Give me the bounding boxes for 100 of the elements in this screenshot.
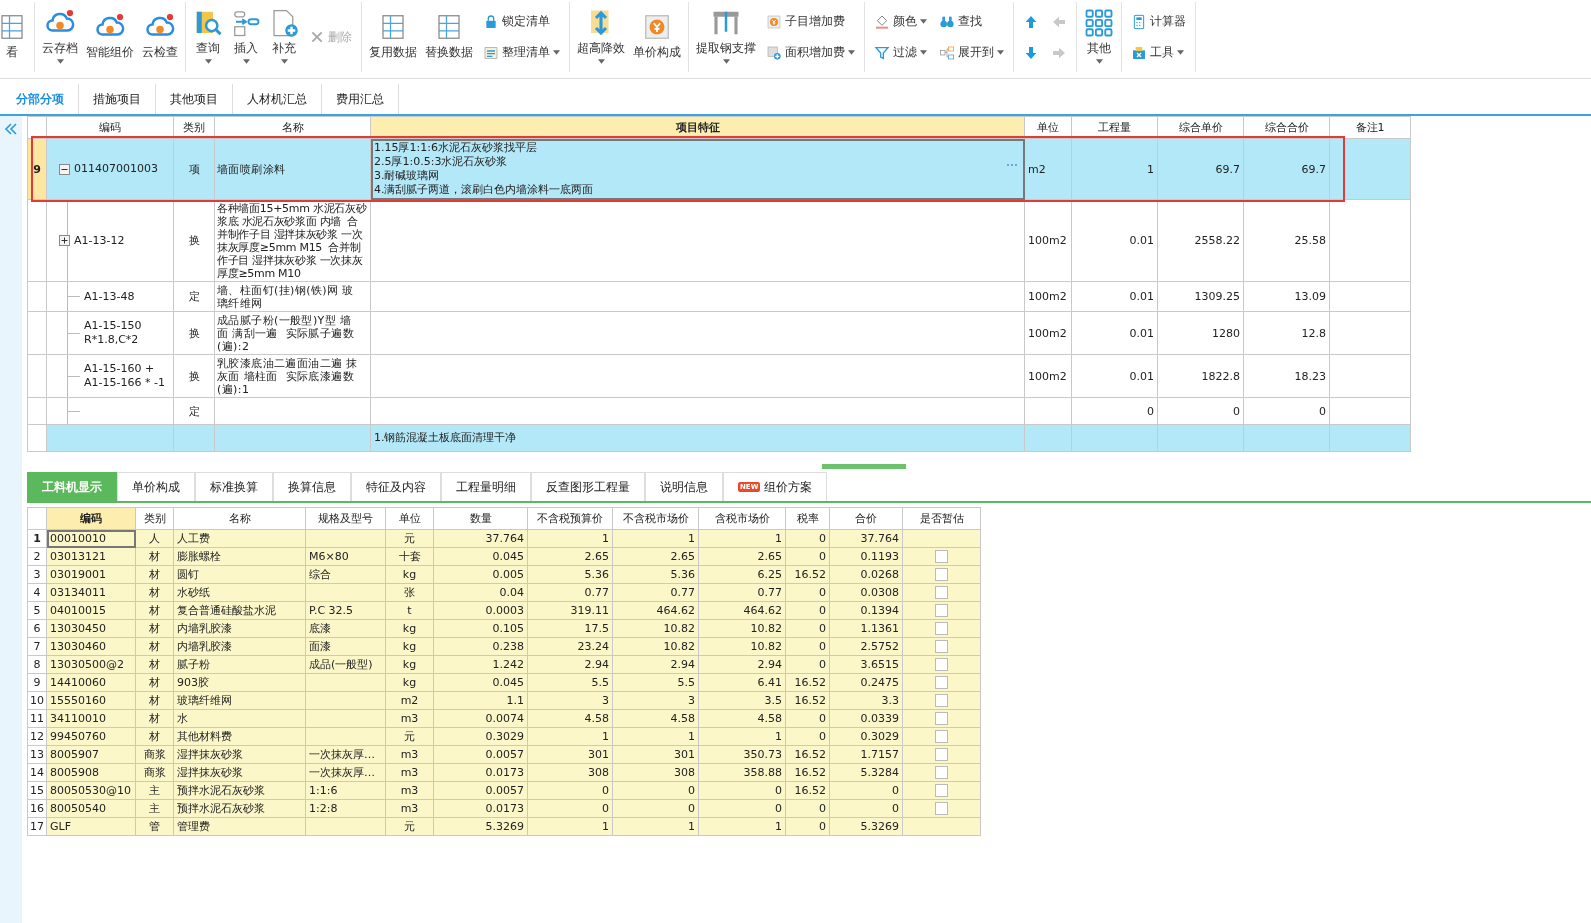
column-header[interactable]: 类别: [135, 507, 174, 530]
table-cell: 12.8: [1243, 311, 1330, 355]
column-header[interactable]: 不含税预算价: [527, 507, 613, 530]
toolbar-button[interactable]: 工具: [1128, 42, 1189, 63]
column-header[interactable]: 名称: [173, 507, 306, 530]
expand-icon[interactable]: [59, 235, 70, 246]
column-header[interactable]: 名称: [214, 116, 371, 139]
collapse-icon[interactable]: [59, 163, 70, 175]
table-cell: 2558.22: [1157, 199, 1244, 282]
caret-icon: [553, 50, 560, 55]
table-cell: 墙面喷刷涂料: [214, 138, 371, 200]
tab[interactable]: 费用汇总: [322, 84, 399, 114]
tab[interactable]: 反查图形工程量: [531, 472, 645, 501]
column-header[interactable]: 不含税市场价: [612, 507, 699, 530]
checkbox[interactable]: [935, 694, 948, 708]
checkbox[interactable]: [935, 568, 948, 582]
toolbar-button[interactable]: 提取钢支撑: [693, 8, 759, 66]
tab[interactable]: 工程量明细: [441, 472, 531, 501]
column-header[interactable]: 单位: [385, 507, 434, 530]
tab[interactable]: 人材机汇总: [233, 84, 322, 114]
caret-icon: [56, 59, 64, 64]
checkbox[interactable]: [935, 712, 948, 726]
checkbox[interactable]: [935, 784, 948, 798]
table-cell: 100m2: [1024, 354, 1072, 398]
column-header[interactable]: 数量: [433, 507, 528, 530]
column-header[interactable]: 规格及型号: [305, 507, 386, 530]
checkbox[interactable]: [935, 730, 948, 744]
checkbox[interactable]: [935, 640, 948, 654]
tab[interactable]: 单价构成: [117, 472, 195, 501]
toolbar-button[interactable]: 查询: [190, 8, 226, 66]
checkbox[interactable]: [935, 748, 948, 762]
table-cell: 成品腻子粉(一般型)Y型 墙面 满刮一遍 实际腻子遍数(遍):2: [214, 311, 371, 355]
double-chevron-icon[interactable]: [4, 122, 18, 136]
column-header[interactable]: 合价: [829, 507, 903, 530]
toolbar-button[interactable]: 云检查: [139, 11, 181, 63]
feature-line: 2.5厚1:0.5:3水泥石灰砂浆: [374, 155, 509, 169]
checkbox[interactable]: [935, 622, 948, 636]
tab[interactable]: 标准换算: [195, 472, 273, 501]
toolbar-button[interactable]: 锁定清单: [480, 11, 563, 32]
checkbox[interactable]: [935, 604, 948, 618]
item-code: 011407001003: [74, 162, 158, 176]
insert-rows-icon: [231, 8, 261, 38]
table-cell: 定: [173, 281, 215, 312]
column-header[interactable]: 含税市场价: [698, 507, 786, 530]
toolbar-button[interactable]: 替换数据: [422, 11, 476, 63]
toolbar-button[interactable]: 复用数据: [366, 11, 420, 63]
toolbar-button[interactable]: 计算器: [1128, 11, 1189, 32]
caret-icon: [920, 50, 927, 55]
column-header[interactable]: 编码: [46, 507, 136, 530]
column-header[interactable]: 是否暂估: [902, 507, 981, 530]
toolbar-button[interactable]: 颜色: [871, 11, 930, 32]
toolbar-button[interactable]: 其他: [1081, 8, 1117, 66]
tab[interactable]: 说明信息: [645, 472, 723, 501]
caret-icon: [597, 59, 605, 64]
toolbar-button[interactable]: 补充: [266, 8, 302, 66]
tab[interactable]: 换算信息: [273, 472, 351, 501]
tab[interactable]: 特征及内容: [351, 472, 441, 501]
toolbar-button[interactable]: 查找: [936, 11, 1007, 32]
toolbar-button[interactable]: 子目增加费: [763, 11, 858, 32]
splitter-handle[interactable]: [822, 464, 906, 469]
checkbox[interactable]: [935, 550, 948, 564]
list-icon: [483, 44, 499, 61]
checkbox[interactable]: [935, 586, 948, 600]
caret-icon: [722, 59, 730, 64]
caret-icon: [920, 19, 927, 24]
tab[interactable]: 分部分项: [2, 84, 79, 114]
checkbox[interactable]: [935, 766, 948, 780]
column-header[interactable]: 备注1: [1329, 116, 1411, 139]
table-cell: 墙、柱面钉(挂)钢(铁)网 玻璃纤维网: [214, 281, 371, 312]
checkbox[interactable]: [935, 658, 948, 672]
calculator-icon: [1131, 13, 1147, 30]
column-header[interactable]: 项目特征: [370, 116, 1025, 139]
tab[interactable]: 措施项目: [79, 84, 156, 114]
item-code: A1-13-12: [74, 233, 125, 248]
toolbar-button[interactable]: 云存档: [39, 8, 81, 66]
toolbar-button[interactable]: 看: [0, 11, 30, 63]
toolbox-icon: [1131, 44, 1147, 61]
toolbar-button[interactable]: 超高降效: [574, 8, 628, 66]
tab[interactable]: 其他项目: [156, 84, 233, 114]
table-cell: 0.01: [1071, 311, 1158, 355]
caret-icon: [997, 50, 1004, 55]
checkbox[interactable]: [935, 802, 948, 816]
toolbar-button[interactable]: 面积增加费: [763, 42, 858, 63]
table-cell: 换: [173, 199, 215, 282]
table-cell: 18.23: [1243, 354, 1330, 398]
column-header[interactable]: 税率: [785, 507, 830, 530]
checkbox[interactable]: [935, 676, 948, 690]
table-cell: 100m2: [1024, 311, 1072, 355]
table-cell: 项: [173, 138, 215, 200]
toolbar-button[interactable]: 智能组价: [83, 11, 137, 63]
toolbar-button[interactable]: 单价构成: [630, 11, 684, 63]
table-cell: 13.09: [1243, 281, 1330, 312]
table-cell: 0.01: [1071, 354, 1158, 398]
table-cell: 0: [1071, 397, 1158, 425]
toolbar-button[interactable]: 整理清单: [480, 42, 563, 63]
toolbar-button[interactable]: 展开到: [936, 42, 1007, 63]
feature-line: 1.钢筋混凝土板底面清理干净: [374, 431, 518, 445]
toolbar-button[interactable]: 过滤: [871, 42, 930, 63]
toolbar-button[interactable]: 插入: [228, 8, 264, 66]
more-icon[interactable]: [1006, 163, 1018, 167]
